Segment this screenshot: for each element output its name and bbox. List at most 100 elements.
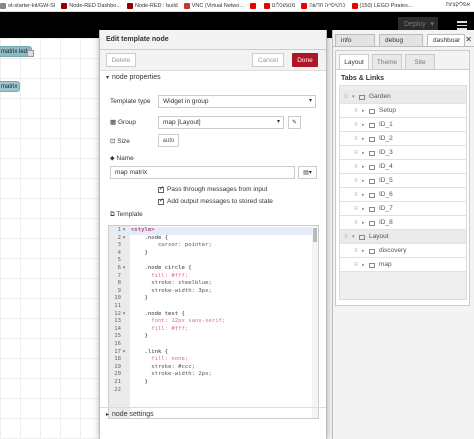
flow-node[interactable]: matrix led [0,46,34,57]
name-options-button[interactable]: ▤▾ [298,166,317,179]
fold-icon[interactable]: ▾ [121,227,127,235]
chevron-right-icon[interactable]: ▸ [362,174,365,188]
tree-label: ID_5 [379,177,393,184]
drag-handle-icon[interactable]: ≡ [354,216,358,230]
pass-through-checkbox[interactable] [158,185,164,193]
tree-tab-row[interactable]: ≡ ▾ Layout [340,230,466,244]
tree-tab-row[interactable]: ≡ ▾ Garden [340,90,466,104]
drag-handle-icon[interactable]: ≡ [354,202,358,216]
tab-debug[interactable]: debug [379,34,423,46]
name-input[interactable]: map matrix [110,166,295,179]
chevron-down-icon[interactable]: ▾ [430,20,434,28]
chevron-right-icon[interactable]: ▸ [362,258,365,272]
bookmark-item[interactable] [249,2,258,9]
tree-title: Tabs & Links [341,75,385,82]
drag-handle-icon[interactable]: ≡ [354,174,358,188]
drag-handle-icon[interactable]: ≡ [354,118,358,132]
chevron-right-icon[interactable]: ▸ [362,118,365,132]
bookmark-item[interactable]: מטמוכלים [263,2,295,9]
line-number: 21 [114,379,121,385]
chevron-right-icon[interactable]: ▸ [362,244,365,258]
chevron-right-icon[interactable]: ▸ [362,104,365,118]
template-type-value: Widget in group [163,98,209,105]
drag-handle-icon[interactable]: ≡ [354,258,358,272]
chevron-right-icon[interactable]: ▸ [362,160,365,174]
node-properties-header[interactable]: ▾ node properties [100,71,326,85]
drag-handle-icon[interactable]: ≡ [354,132,358,146]
drag-handle-icon[interactable]: ≡ [354,160,358,174]
pencil-icon: ✎ [291,120,298,126]
bookmark-item[interactable]: ot-starter-kit/GW-SI [0,2,55,9]
tree-group-row[interactable]: ≡ ▸ ID_4 [340,160,466,174]
editor-scrollbar[interactable] [312,226,318,418]
chevron-right-icon[interactable]: ▸ [362,132,365,146]
tree-label: Setup [379,107,396,114]
subtab-site[interactable]: Site [405,54,435,69]
tab-dashboard[interactable]: dashboar [427,34,465,46]
bookmark-icon [351,2,358,9]
flow-workspace[interactable]: matrix led matrix [0,38,99,439]
code-editor[interactable]: 1▾ <style> 2▾ .node {3 cursor: pointer; 4 }… [108,225,319,419]
chevron-right-icon[interactable]: ▸ [362,202,365,216]
drag-handle-icon[interactable]: ≡ [344,230,348,244]
subtab-layout[interactable]: Layout [339,54,369,69]
table-icon: ▦ [110,119,117,126]
fold-icon[interactable]: ▾ [121,235,127,243]
cancel-button[interactable]: Cancel [252,53,284,67]
bookmark-item[interactable]: Node-RED Dashbo... [61,2,121,9]
tree-group-row[interactable]: ≡ ▸ map [340,258,466,272]
tree-group-row[interactable]: ≡ ▸ ID_5 [340,174,466,188]
bookmark-label: Node-RED Dashbo... [69,2,121,9]
tree-group-row[interactable]: ≡ ▸ ID_7 [340,202,466,216]
tree-group-row[interactable]: ≡ ▸ ID_3 [340,146,466,160]
delete-button[interactable]: Delete [106,53,136,67]
template-type-select[interactable]: Widget in group ▾ [158,95,316,108]
line-number: 1 [117,227,121,233]
add-output-checkbox[interactable] [158,197,164,205]
drag-handle-icon[interactable]: ≡ [354,188,358,202]
tree-group-row[interactable]: ≡ ▸ discovery [340,244,466,258]
scrollbar-thumb[interactable] [313,228,317,242]
group-select[interactable]: map [Layout] ▾ [158,116,284,129]
tree-group-row[interactable]: ≡ ▸ ID_2 [340,132,466,146]
chevron-down-icon[interactable]: ▾ [352,90,355,104]
code-text: stroke-width: 2px; [131,371,212,378]
tree-group-row[interactable]: ≡ ▸ Setup [340,104,466,118]
code-text: <style> [131,227,155,233]
drag-handle-icon[interactable]: ≡ [354,104,358,118]
code-line: 17▾ .link { [109,349,318,357]
close-icon[interactable]: ✕ [465,35,472,44]
bookmark-item[interactable]: כרטיסייה חדשה [301,2,346,9]
pass-through-label: Pass through messages from input [167,186,268,193]
chevron-down-icon[interactable]: ▾ [352,230,355,244]
edit-group-button[interactable]: ✎ [288,116,301,129]
tree-group-row[interactable]: ≡ ▸ ID_8 [340,216,466,230]
name-label: ⬥ Name [110,155,134,163]
chevron-right-icon[interactable]: ▸ [362,188,365,202]
node-settings-header[interactable]: ▸ node settings [100,407,326,421]
drag-handle-icon[interactable]: ≡ [344,90,348,104]
fold-icon[interactable]: ▾ [121,311,127,319]
fold-icon[interactable]: ▾ [121,265,127,273]
drag-handle-icon[interactable]: ≡ [354,244,358,258]
chevron-right-icon[interactable]: ▸ [362,146,365,160]
tree-group-row[interactable]: ≡ ▸ ID_1 [340,118,466,132]
bookmark-item[interactable]: (150) LEGO Pirates... [351,2,412,9]
tab-info[interactable]: info [335,34,375,46]
bookmark-item[interactable]: VNC (Virtual Netwo... [183,2,244,9]
size-button[interactable]: auto [158,134,179,147]
tree-group-row[interactable]: ≡ ▸ ID_6 [340,188,466,202]
book-icon: ▤▾ [303,170,312,176]
chevron-right-icon[interactable]: ▸ [362,216,365,230]
subtab-theme[interactable]: Theme [372,54,402,69]
bookmark-item[interactable]: Node-RED : build [126,2,178,9]
line-number: 18 [114,356,121,363]
deploy-label: Deploy [404,21,426,28]
flow-node[interactable]: matrix [0,81,20,92]
fold-icon[interactable]: ▾ [121,349,127,357]
drag-handle-icon[interactable]: ≡ [354,146,358,160]
line-number: 8 [117,280,121,287]
apps-bookmark[interactable]: אפליקציות [446,2,470,8]
done-button[interactable]: Done [292,53,318,67]
output-port[interactable] [27,50,34,57]
